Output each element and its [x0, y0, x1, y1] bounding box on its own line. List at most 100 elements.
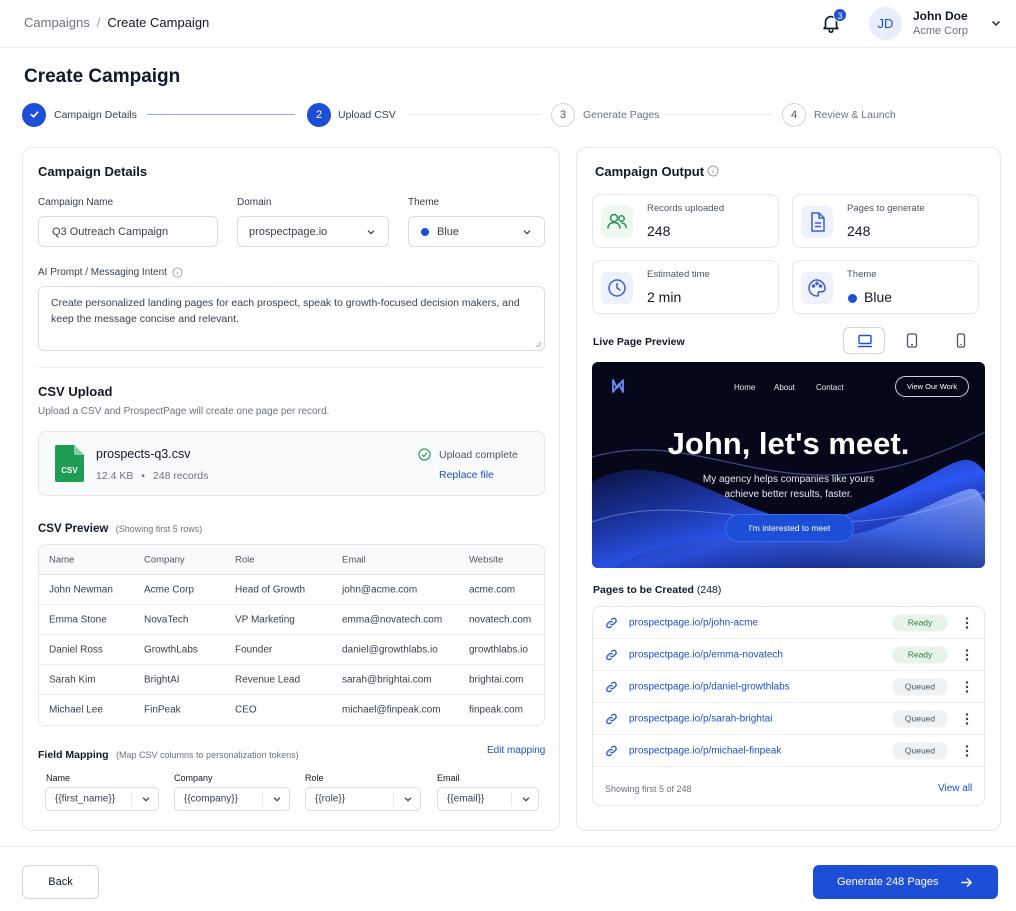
more-vertical-icon[interactable] [962, 680, 972, 694]
step-3-circle[interactable]: 3 [551, 103, 575, 127]
edit-mapping-link[interactable]: Edit mapping [487, 745, 545, 756]
more-vertical-icon[interactable] [962, 648, 972, 662]
table-cell: john@acme.com [342, 584, 418, 595]
more-vertical-icon[interactable] [962, 712, 972, 726]
meta-separator: • [141, 470, 145, 482]
csv-badge-text: CSV [61, 466, 78, 475]
mapping-select-company[interactable]: {{company}} [174, 787, 290, 811]
mapping-select-email[interactable]: {{email}} [437, 787, 539, 811]
theme-label: Theme [408, 197, 440, 208]
info-icon [172, 267, 183, 278]
select-divider [393, 792, 394, 806]
step-1-circle[interactable] [22, 103, 46, 127]
step-4-circle[interactable]: 4 [782, 103, 806, 127]
more-vertical-icon[interactable] [962, 744, 972, 758]
mobile-icon [956, 333, 966, 348]
link-icon [606, 649, 617, 660]
table-cell: VP Marketing [235, 614, 295, 625]
campaign-name-input[interactable]: Q3 Outreach Campaign [38, 216, 218, 247]
csv-preview-note: (Showing first 5 rows) [115, 524, 203, 534]
document-icon [801, 206, 833, 238]
step-3-label[interactable]: Generate Pages [583, 109, 659, 121]
stat-theme: Theme Blue [792, 260, 979, 314]
status-badge: Queued [892, 742, 948, 759]
step-2-circle[interactable]: 2 [307, 103, 331, 127]
theme-color-dot [421, 227, 429, 236]
table-cell: CEO [235, 704, 257, 716]
csv-preview-header: CSV Preview (Showing first 5 rows) [38, 519, 202, 537]
table-row: Sarah Kim BrightAI Revenue Lead sarah@br… [39, 665, 544, 695]
info-icon[interactable] [707, 165, 719, 177]
list-item: prospectpage.io/p/michael-finpeak Queued [593, 735, 986, 767]
chevron-down-icon [273, 797, 281, 802]
theme-select[interactable]: Blue [408, 216, 545, 247]
mapping-value: {{role}} [315, 793, 346, 805]
stat-value: 248 [847, 223, 871, 239]
campaign-name-label: Campaign Name [38, 197, 114, 208]
page-url-link[interactable]: prospectpage.io/p/michael-finpeak [629, 745, 781, 756]
status-badge: Queued [892, 678, 948, 695]
stat-label: Records uploaded [647, 203, 725, 214]
table-cell: finpeak.com [469, 704, 523, 716]
upload-status: Upload complete [439, 449, 518, 461]
step-2-label[interactable]: Upload CSV [338, 109, 396, 121]
mapping-select-role[interactable]: {{role}} [305, 787, 421, 811]
tablet-view-button[interactable] [891, 327, 933, 354]
arrow-right-icon [961, 878, 972, 887]
page-url-link[interactable]: prospectpage.io/p/emma-novatech [629, 649, 783, 660]
live-page-preview: Home About Contact View Our Work John, l… [592, 362, 985, 568]
table-header: Name Company Role Email Website [39, 545, 544, 575]
status-badge: Ready [892, 614, 948, 631]
mapping-label-company: Company [174, 773, 213, 783]
clock-icon [601, 272, 633, 304]
stat-records-uploaded: Records uploaded 248 [592, 194, 779, 248]
table-cell: BrightAI [144, 674, 180, 685]
breadcrumb-campaigns-link[interactable]: Campaigns [24, 15, 90, 30]
table-cell: sarah@brightai.com [342, 674, 432, 685]
campaign-output-heading: Campaign Output [595, 164, 705, 179]
mapping-label-email: Email [437, 773, 460, 783]
section-divider [38, 367, 545, 368]
link-icon [606, 713, 617, 724]
preview-subline-2: achieve better results, faster. [724, 489, 853, 500]
mobile-view-button[interactable] [940, 327, 982, 354]
record-count: 248 records [152, 470, 209, 482]
ai-prompt-textarea[interactable]: Create personalized landing pages for ea… [38, 286, 545, 351]
step-4-label[interactable]: Review & Launch [814, 109, 896, 121]
desktop-view-button[interactable] [843, 327, 885, 354]
select-divider [262, 792, 263, 806]
csv-upload-heading: CSV Upload [38, 384, 113, 399]
notification-badge: 3 [833, 8, 847, 22]
replace-file-link[interactable]: Replace file [439, 469, 494, 481]
select-divider [131, 792, 132, 806]
chevron-down-icon[interactable] [990, 17, 1002, 29]
view-all-link[interactable]: View all [938, 783, 972, 794]
list-item: prospectpage.io/p/emma-novatech Ready [593, 639, 986, 671]
preview-subline-1: My agency helps companies like yours [702, 474, 875, 485]
field-mapping-note: (Map CSV columns to personalization toke… [116, 750, 299, 760]
more-vertical-icon[interactable] [962, 616, 972, 630]
page-url-link[interactable]: prospectpage.io/p/john-acme [629, 617, 758, 628]
user-name[interactable]: John Doe [913, 9, 968, 23]
table-cell: GrowthLabs [144, 644, 198, 655]
page-url-link[interactable]: prospectpage.io/p/sarah-brightai [629, 713, 772, 724]
campaign-name-value: Q3 Outreach Campaign [52, 225, 169, 238]
mapping-select-name[interactable]: {{first_name}} [45, 787, 159, 811]
step-1-label[interactable]: Campaign Details [54, 109, 137, 121]
field-mapping-heading: Field Mapping [38, 749, 109, 761]
resize-grip-icon[interactable] [535, 341, 542, 348]
preview-view-work-button: View Our Work [895, 376, 969, 397]
chevron-down-icon [367, 229, 375, 235]
back-button[interactable]: Back [22, 865, 99, 899]
table-cell: emma@novatech.com [342, 614, 443, 625]
table-row: Daniel Ross GrowthLabs Founder daniel@gr… [39, 635, 544, 665]
table-cell: John Newman [49, 584, 113, 595]
desktop-icon [858, 334, 872, 348]
stat-label: Theme [847, 269, 877, 280]
domain-select[interactable]: prospectpage.io [237, 216, 389, 247]
avatar[interactable]: JD [869, 7, 902, 40]
page-url-link[interactable]: prospectpage.io/p/daniel-growthlabs [629, 681, 790, 692]
list-item: prospectpage.io/p/john-acme Ready [593, 607, 986, 639]
table-cell: daniel@growthlabs.io [342, 644, 438, 655]
generate-pages-button[interactable]: Generate 248 Pages [813, 865, 998, 899]
